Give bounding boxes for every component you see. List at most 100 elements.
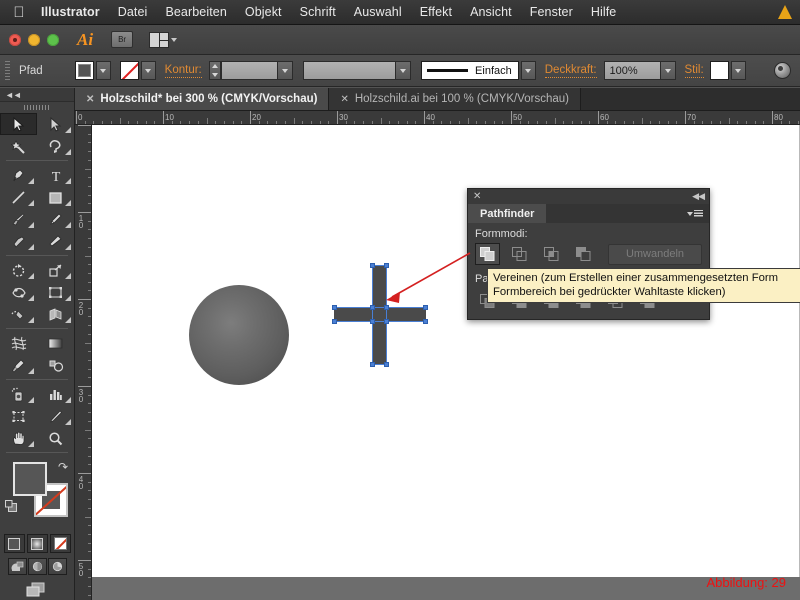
menu-item-hilfe[interactable]: Hilfe — [582, 5, 626, 19]
zoom-window-button[interactable] — [47, 33, 59, 46]
stroke-profile-dropdown[interactable] — [394, 62, 410, 79]
eyedropper-tool[interactable] — [0, 354, 37, 376]
expand-button[interactable]: Umwandeln — [608, 243, 702, 265]
tab-pathfinder[interactable]: Pathfinder — [468, 204, 547, 223]
type-tool[interactable]: T — [37, 164, 74, 186]
swap-fill-stroke-icon[interactable]: ↷ — [58, 460, 68, 474]
fill-dropdown-button[interactable] — [95, 61, 111, 80]
menu-item-schrift[interactable]: Schrift — [291, 5, 345, 19]
close-tab-icon[interactable]: ✕ — [340, 94, 348, 105]
pathfinder-title-bar[interactable]: ✕ ◀◀ — [468, 189, 709, 204]
menu-item-effekt[interactable]: Effekt — [411, 5, 461, 19]
fill-color-button[interactable] — [74, 61, 94, 80]
anchor-point[interactable] — [332, 319, 337, 324]
close-window-button[interactable] — [9, 33, 21, 46]
toolbar-collapse-button[interactable]: ◄◄ — [0, 88, 74, 102]
anchor-point[interactable] — [332, 305, 337, 310]
drawing-mode-button[interactable] — [0, 581, 74, 599]
selection-tool[interactable] — [0, 113, 37, 135]
minimize-window-button[interactable] — [28, 33, 40, 46]
menu-item-bearbeiten[interactable]: Bearbeiten — [156, 5, 235, 19]
eraser-tool[interactable] — [37, 230, 74, 252]
exclude-button[interactable] — [571, 243, 596, 265]
line-segment-tool[interactable] — [0, 186, 37, 208]
stroke-weight-combo[interactable] — [220, 61, 293, 80]
anchor-point[interactable] — [370, 305, 375, 310]
solid-color-mode-button[interactable] — [3, 534, 25, 553]
intersect-button[interactable] — [539, 243, 564, 265]
anchor-point[interactable] — [384, 305, 389, 310]
column-graph-tool[interactable] — [37, 383, 74, 405]
close-tab-icon[interactable]: ✕ — [86, 94, 94, 105]
lasso-tool[interactable] — [37, 135, 74, 157]
graphic-style-dropdown[interactable] — [730, 61, 746, 80]
menu-item-objekt[interactable]: Objekt — [236, 5, 291, 19]
symbol-sprayer-tool[interactable] — [0, 383, 37, 405]
opacity-combo[interactable]: 100% — [603, 61, 676, 80]
none-mode-button[interactable] — [49, 534, 71, 553]
gradient-tool[interactable] — [37, 332, 74, 354]
menu-item-datei[interactable]: Datei — [109, 5, 157, 19]
anchor-point[interactable] — [370, 263, 375, 268]
shape-builder-tool[interactable] — [0, 303, 37, 325]
stroke-weight-stepper[interactable] — [208, 61, 221, 80]
default-fill-stroke-icon[interactable] — [5, 500, 18, 513]
menu-item-illustrator[interactable]: Illustrator — [32, 5, 109, 19]
document-tab-holzschild-100[interactable]: ✕ Holzschild.ai bei 100 % (CMYK/Vorschau… — [329, 88, 581, 110]
horizontal-ruler[interactable]: 0 10 20 30 40 50 60 70 80 — [75, 111, 800, 125]
minus-front-button[interactable] — [507, 243, 532, 265]
blob-brush-tool[interactable] — [0, 230, 37, 252]
fill-color-swatch[interactable] — [13, 462, 47, 496]
anchor-point[interactable] — [370, 319, 375, 324]
unite-button[interactable] — [475, 243, 500, 265]
panel-menu-icon[interactable] — [687, 204, 709, 223]
document-tab-holzschild-300[interactable]: ✕ Holzschild* bei 300 % (CMYK/Vorschau) — [75, 88, 330, 110]
stroke-color-button[interactable] — [119, 61, 139, 80]
anchor-point[interactable] — [384, 263, 389, 268]
anchor-point[interactable] — [423, 319, 428, 324]
close-panel-icon[interactable]: ✕ — [473, 191, 481, 202]
scale-tool[interactable] — [37, 259, 74, 281]
toolbar-drag-grip[interactable] — [0, 102, 74, 113]
slice-tool[interactable] — [37, 405, 74, 427]
collapse-panel-icon[interactable]: ◀◀ — [692, 191, 705, 202]
width-tool[interactable] — [0, 281, 37, 303]
full-screen-menubar-mode-button[interactable] — [27, 558, 47, 575]
warning-triangle-icon[interactable] — [778, 5, 792, 19]
mesh-tool[interactable] — [0, 332, 37, 354]
paintbrush-tool[interactable] — [0, 208, 37, 230]
stroke-weight-dropdown[interactable] — [276, 62, 292, 79]
arrange-documents-button[interactable] — [149, 31, 178, 48]
blend-tool[interactable] — [37, 354, 74, 376]
normal-screen-mode-button[interactable] — [7, 558, 27, 575]
cross-path-object[interactable] — [332, 263, 428, 367]
perspective-grid-tool[interactable] — [37, 303, 74, 325]
document-setup-icon[interactable] — [774, 62, 791, 79]
pencil-tool[interactable] — [37, 208, 74, 230]
artboard-tool[interactable] — [0, 405, 37, 427]
vertical-ruler[interactable]: 10 20 30 40 50 — [75, 125, 92, 600]
bridge-button[interactable]: Br — [111, 31, 134, 48]
menu-item-ansicht[interactable]: Ansicht — [461, 5, 521, 19]
opacity-dropdown[interactable] — [659, 62, 675, 79]
anchor-point[interactable] — [423, 305, 428, 310]
rotate-tool[interactable] — [0, 259, 37, 281]
stroke-profile-combo[interactable] — [302, 61, 411, 80]
gradient-mode-button[interactable] — [26, 534, 48, 553]
brush-definition-dropdown[interactable] — [520, 61, 536, 80]
stroke-dropdown-button[interactable] — [140, 61, 156, 80]
apple-logo-icon[interactable]:  — [6, 5, 32, 20]
full-screen-mode-button[interactable] — [47, 558, 67, 575]
anchor-point[interactable] — [384, 319, 389, 324]
pen-tool[interactable] — [0, 164, 37, 186]
anchor-point[interactable] — [370, 362, 375, 367]
hand-tool[interactable] — [0, 427, 37, 449]
graphic-style-button[interactable] — [709, 61, 729, 80]
menu-item-auswahl[interactable]: Auswahl — [345, 5, 411, 19]
free-transform-tool[interactable] — [37, 281, 74, 303]
brush-definition-combo[interactable]: Einfach — [420, 61, 519, 80]
control-bar-grip[interactable] — [5, 60, 10, 81]
direct-selection-tool[interactable] — [37, 113, 74, 135]
magic-wand-tool[interactable] — [0, 135, 37, 157]
rectangle-tool[interactable] — [37, 186, 74, 208]
